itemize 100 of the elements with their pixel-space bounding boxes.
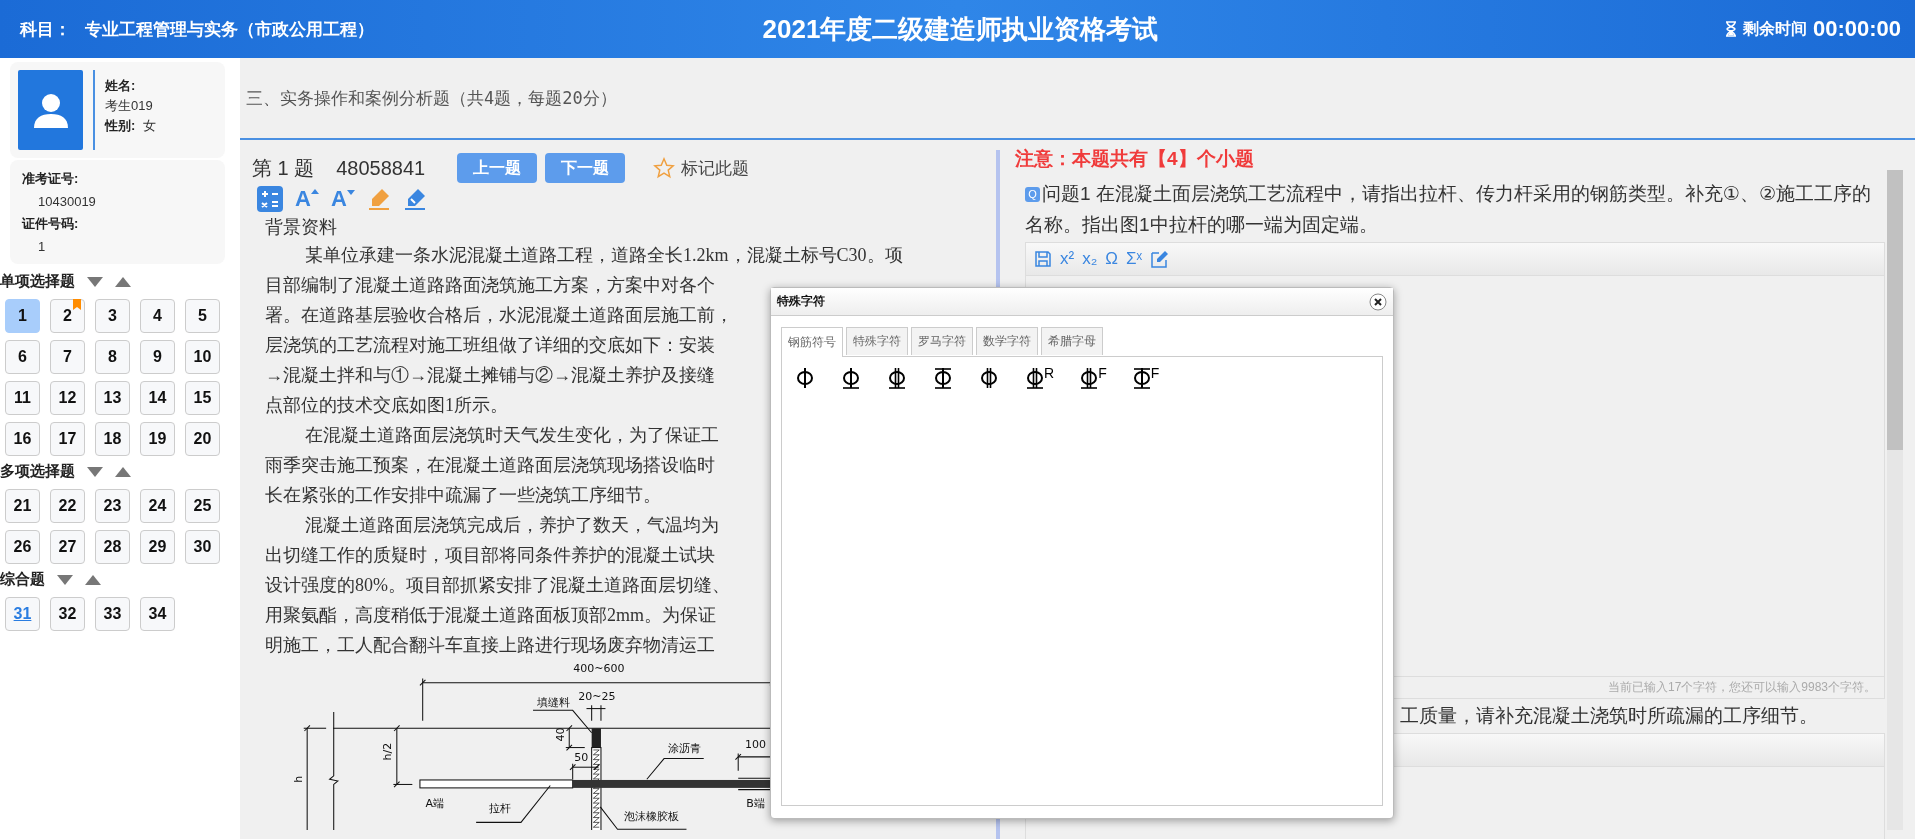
question-number[interactable]: 9 bbox=[140, 340, 175, 374]
timer-label: 剩余时间 bbox=[1742, 18, 1807, 39]
question-number[interactable]: 18 bbox=[95, 422, 130, 456]
section-title: 综合题 bbox=[0, 570, 45, 589]
figure-label: 20~25 bbox=[578, 689, 616, 703]
figure-label: 40 bbox=[554, 727, 568, 742]
question-number[interactable]: 24 bbox=[140, 489, 175, 523]
close-button[interactable] bbox=[1369, 292, 1387, 311]
question-number[interactable]: 14 bbox=[140, 381, 175, 415]
text-line: 设计强度的80%。项目部抓紧安排了混凝土道路面层切缝、 bbox=[265, 574, 730, 597]
text-line: 用聚氨酯，高度稍低于混凝土道路面板顶部2mm。为保证 bbox=[265, 604, 716, 627]
text-line: 点部位的技术交底如图1所示。 bbox=[265, 394, 508, 417]
question-number[interactable]: 29 bbox=[140, 530, 175, 564]
figure-label: B端 bbox=[746, 796, 765, 810]
figure-label: 50 bbox=[574, 751, 589, 765]
gender-value: 女 bbox=[142, 118, 156, 133]
question-number[interactable]: 33 bbox=[95, 597, 130, 631]
figure-label: h bbox=[292, 775, 305, 783]
section-title: 多项选择题 bbox=[0, 462, 75, 481]
question-number[interactable]: 15 bbox=[185, 381, 220, 415]
figure-label: 填缝料 bbox=[537, 696, 571, 710]
collapse-icon[interactable] bbox=[57, 574, 73, 585]
rebar-symbol-button[interactable] bbox=[886, 365, 908, 391]
star-icon[interactable] bbox=[653, 157, 676, 179]
question-number[interactable]: 7 bbox=[50, 340, 85, 374]
scrollbar[interactable] bbox=[1887, 170, 1903, 830]
notice-text: 注意：本题共有【4】个小题 bbox=[1015, 147, 1255, 171]
ticket-label: 准考证号: bbox=[22, 170, 80, 188]
question-number[interactable]: 21 bbox=[5, 489, 40, 523]
figure-label: 涂沥青 bbox=[668, 742, 702, 756]
ticket-number: 10430019 bbox=[37, 194, 97, 209]
question-number[interactable]: 23 bbox=[95, 489, 130, 523]
figure-label: h/2 bbox=[380, 742, 394, 761]
dialog-tab[interactable]: 希腊字母 bbox=[1041, 327, 1103, 355]
question-number[interactable]: 20 bbox=[185, 422, 220, 456]
name-label: 姓名: bbox=[105, 77, 137, 95]
rebar-symbol-button[interactable] bbox=[978, 365, 1000, 391]
section-bar: 三、实务操作和案例分析题（共4题，每题20分） bbox=[240, 58, 1915, 140]
rebar-symbol-button[interactable]: F bbox=[1078, 365, 1107, 391]
question-text: Q 问题1 在混凝土面层浇筑工艺流程中，请指出拉杆、传力杆采用的钢筋类型。补充①、②施工工序的名称。指出图1中拉杆的哪一端为固定端。 bbox=[1025, 182, 1872, 237]
question-number[interactable]: 1 bbox=[5, 299, 40, 333]
text-line: 明施工，工人配合翻斗车直接上路进行现场废弃物清运工 bbox=[265, 634, 715, 657]
question-number[interactable]: 8 bbox=[95, 340, 130, 374]
question-number[interactable]: 28 bbox=[95, 530, 130, 564]
question-text: 工质量，请补充混凝土浇筑时所疏漏的工序细节。 bbox=[1399, 704, 1819, 728]
pen-icon[interactable] bbox=[402, 187, 427, 211]
question-number[interactable]: 10 bbox=[185, 340, 220, 374]
subject-name: 专业工程管理与实务（市政公用工程） bbox=[85, 18, 374, 41]
question-number[interactable]: 11 bbox=[5, 381, 40, 415]
dialog-tab[interactable]: 钢筋符号 bbox=[781, 327, 843, 357]
hourglass-icon bbox=[1724, 21, 1737, 37]
text-line: 出切缝工作的质疑时，项目部将同条件养护的混凝土试块 bbox=[265, 544, 715, 567]
question-number[interactable]: 27 bbox=[50, 530, 85, 564]
candidate-name: 考生019 bbox=[105, 97, 154, 115]
collapse-icon[interactable] bbox=[87, 276, 103, 287]
rebar-symbol-button[interactable] bbox=[840, 365, 862, 391]
question-number[interactable]: 4 bbox=[140, 299, 175, 333]
rebar-symbol-button[interactable]: F bbox=[1130, 365, 1160, 391]
question-number[interactable]: 34 bbox=[140, 597, 175, 631]
edit-icon[interactable] bbox=[1150, 249, 1171, 269]
question-number[interactable]: 32 bbox=[50, 597, 85, 631]
text-line: 雨季突击施工预案，在混凝土道路面层浇筑现场搭设临时 bbox=[265, 454, 715, 477]
figure-label: A端 bbox=[425, 796, 445, 810]
caret-icon bbox=[310, 188, 319, 196]
question-number[interactable]: 17 bbox=[50, 422, 85, 456]
collapse-icon[interactable] bbox=[87, 466, 103, 477]
dialog-tab[interactable]: 罗马字符 bbox=[911, 327, 973, 355]
rebar-symbol-button[interactable]: R bbox=[1024, 365, 1055, 391]
save-icon[interactable] bbox=[1034, 250, 1052, 268]
question-number[interactable]: 6 bbox=[5, 340, 40, 374]
question-number[interactable]: 30 bbox=[185, 530, 220, 564]
question-number[interactable]: 25 bbox=[185, 489, 220, 523]
question-number[interactable]: 26 bbox=[5, 530, 40, 564]
question-number[interactable]: 16 bbox=[5, 422, 40, 456]
mark-question-link[interactable]: 标记此题 bbox=[681, 156, 750, 180]
calculator-icon[interactable] bbox=[257, 186, 283, 212]
dialog-tab[interactable]: 特殊字符 bbox=[846, 327, 908, 355]
text-line: 层浇筑的工艺流程对施工班组做了详细的交底如下：安装 bbox=[265, 334, 715, 357]
text-line: 混凝土道路面层浇筑完成后，养护了数天，气温均为 bbox=[304, 514, 719, 537]
question-code: 48058841 bbox=[336, 156, 426, 180]
question-number[interactable]: 22 bbox=[50, 489, 85, 523]
question-number[interactable]: 5 bbox=[185, 299, 220, 333]
question-number[interactable]: 13 bbox=[95, 381, 130, 415]
question-number[interactable]: 2 bbox=[50, 299, 85, 333]
expand-icon[interactable] bbox=[115, 466, 131, 477]
rebar-symbol-button[interactable] bbox=[932, 365, 954, 391]
question-number[interactable]: 3 bbox=[95, 299, 130, 333]
question-number[interactable]: 12 bbox=[50, 381, 85, 415]
text-line: 某单位承建一条水泥混凝土道路工程，道路全长1.2km，混凝土标号C30。项 bbox=[304, 244, 903, 267]
rebar-symbol-button[interactable] bbox=[794, 365, 816, 391]
gender-label: 性别: bbox=[105, 118, 136, 133]
expand-icon[interactable] bbox=[115, 276, 131, 287]
leader-line bbox=[646, 758, 705, 780]
figure-label: 拉杆 bbox=[489, 802, 512, 816]
dialog-title: 特殊字符 bbox=[777, 293, 825, 310]
expand-icon[interactable] bbox=[85, 574, 101, 585]
question-number[interactable]: 19 bbox=[140, 422, 175, 456]
dialog-tab[interactable]: 数学字符 bbox=[976, 327, 1038, 355]
figure-label: 100 bbox=[744, 738, 766, 752]
question-number[interactable]: 31 bbox=[5, 597, 40, 631]
